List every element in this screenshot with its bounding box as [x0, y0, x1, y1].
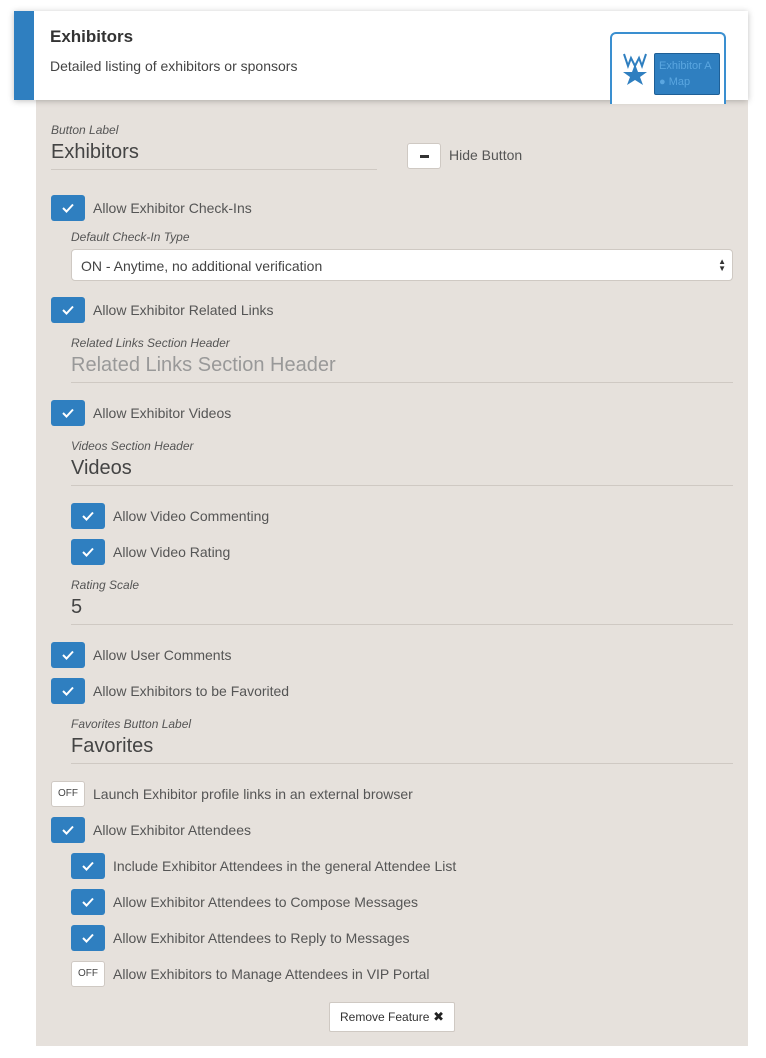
allow-user-comments-checkbox[interactable]: [51, 642, 85, 668]
check-icon: [62, 825, 74, 835]
preview-line-2: ● Map: [659, 76, 691, 88]
button-label-input[interactable]: Exhibitors: [51, 141, 377, 170]
check-icon: [82, 511, 94, 521]
rating-scale-input[interactable]: 5: [71, 596, 733, 625]
allow-favorites-checkbox[interactable]: [51, 678, 85, 704]
check-icon: [62, 203, 74, 213]
checkin-type-label: Default Check-In Type: [71, 230, 190, 244]
include-attendees-label: Include Exhibitor Attendees in the gener…: [113, 858, 457, 874]
include-attendees-checkbox[interactable]: [71, 853, 105, 879]
preview-exhibitor-button: Exhibitor A ● Map: [654, 53, 720, 95]
allow-videos-label: Allow Exhibitor Videos: [93, 405, 232, 421]
videos-header-input[interactable]: Videos: [71, 457, 733, 486]
external-browser-toggle[interactable]: OFF: [51, 781, 85, 807]
select-arrows-icon: ▲ ▼: [718, 257, 726, 273]
favorites-button-label-input[interactable]: Favorites: [71, 735, 733, 764]
check-icon: [82, 547, 94, 557]
feature-settings-panel: Button Label Exhibitors Hide Button Allo…: [36, 100, 748, 1046]
reply-messages-checkbox[interactable]: [71, 925, 105, 951]
allow-favorites-label: Allow Exhibitors to be Favorited: [93, 683, 290, 699]
feature-description: Detailed listing of exhibitors or sponso…: [50, 58, 298, 74]
allow-user-comments-label: Allow User Comments: [93, 647, 232, 663]
allow-checkins-checkbox[interactable]: [51, 195, 85, 221]
feature-preview: Exhibitor A ● Map: [610, 32, 726, 104]
hide-button-label: Hide Button: [449, 147, 523, 163]
related-links-header-label: Related Links Section Header: [71, 336, 230, 350]
checkin-type-value: ON - Anytime, no additional verification: [81, 258, 323, 274]
feature-header: Exhibitors Detailed listing of exhibitor…: [14, 11, 748, 104]
check-icon: [62, 686, 74, 696]
allow-videos-checkbox[interactable]: [51, 400, 85, 426]
allow-video-rating-checkbox[interactable]: [71, 539, 105, 565]
allow-video-commenting-checkbox[interactable]: [71, 503, 105, 529]
allow-video-commenting-label: Allow Video Commenting: [113, 508, 270, 524]
allow-checkins-label: Allow Exhibitor Check-Ins: [93, 200, 252, 216]
compose-messages-checkbox[interactable]: [71, 889, 105, 915]
feature-title: Exhibitors: [50, 27, 134, 46]
close-icon: ✖: [433, 1009, 444, 1024]
favorites-button-label-label: Favorites Button Label: [71, 717, 192, 731]
allow-related-links-checkbox[interactable]: [51, 297, 85, 323]
videos-header-label: Videos Section Header: [71, 439, 194, 453]
button-label-label: Button Label: [51, 123, 119, 137]
allow-video-rating-label: Allow Video Rating: [113, 544, 231, 560]
allow-attendees-label: Allow Exhibitor Attendees: [93, 822, 251, 838]
check-icon: [62, 305, 74, 315]
hide-button-toggle[interactable]: [407, 143, 441, 169]
header-accent-bar: [14, 11, 34, 100]
checkin-type-select[interactable]: ON - Anytime, no additional verification…: [71, 249, 733, 281]
external-browser-label: Launch Exhibitor profile links in an ext…: [93, 786, 413, 802]
check-icon: [82, 897, 94, 907]
check-icon: [82, 933, 94, 943]
vip-portal-label: Allow Exhibitors to Manage Attendees in …: [113, 966, 430, 982]
related-links-header-input[interactable]: Related Links Section Header: [71, 354, 733, 383]
check-icon: [82, 861, 94, 871]
vip-portal-toggle[interactable]: OFF: [71, 961, 105, 987]
check-icon: [62, 650, 74, 660]
rating-scale-label: Rating Scale: [71, 578, 140, 592]
exhibitor-star-icon: [623, 53, 647, 85]
compose-messages-label: Allow Exhibitor Attendees to Compose Mes…: [113, 894, 419, 910]
remove-feature-button[interactable]: Remove Feature ✖: [329, 1002, 455, 1032]
allow-related-links-label: Allow Exhibitor Related Links: [93, 302, 274, 318]
preview-line-1: Exhibitor A: [659, 60, 712, 72]
allow-attendees-checkbox[interactable]: [51, 817, 85, 843]
reply-messages-label: Allow Exhibitor Attendees to Reply to Me…: [113, 930, 410, 946]
remove-feature-label: Remove Feature: [340, 1010, 430, 1024]
check-icon: [62, 408, 74, 418]
map-pin-icon: ●: [659, 76, 669, 88]
